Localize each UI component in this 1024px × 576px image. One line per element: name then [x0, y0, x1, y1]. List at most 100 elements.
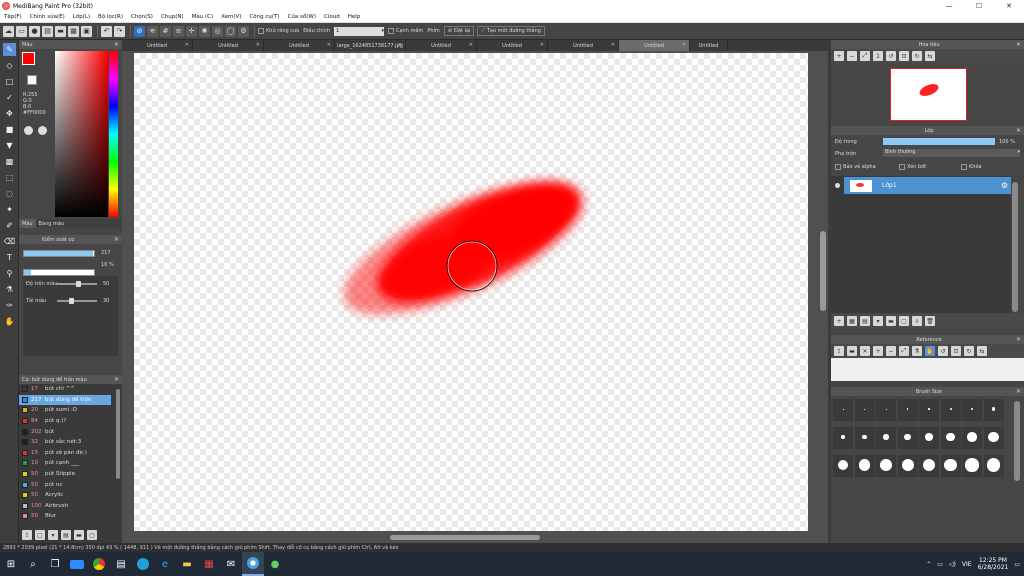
brush-list-item[interactable]: 17 bút chì ^^	[19, 384, 111, 395]
tab-color[interactable]: Màu	[19, 219, 36, 228]
menu-help[interactable]: Help	[348, 14, 361, 20]
maximize-button[interactable]: ☐	[964, 2, 994, 10]
lock-checkbox[interactable]	[961, 164, 967, 170]
reset-rotate-icon[interactable]: ⊡	[951, 346, 961, 356]
flip-icon[interactable]: ⇆	[977, 346, 987, 356]
menu-select[interactable]: Chọn(S)	[131, 14, 153, 20]
snap-settings-icon[interactable]: ⚙	[238, 25, 249, 37]
input-language[interactable]: VIE	[962, 561, 972, 568]
brush-size-slider[interactable]	[23, 250, 95, 257]
shape-tool-icon[interactable]: ■	[3, 123, 16, 136]
delete-brush-icon[interactable]: ▢	[87, 530, 97, 540]
brush-size-preset[interactable]	[983, 399, 1004, 421]
close-icon[interactable]: ✕	[611, 42, 615, 48]
cloud-icon[interactable]: ☁	[3, 25, 14, 37]
task-view-icon[interactable]: ❐	[44, 552, 66, 576]
speaker-icon[interactable]: ◁)	[949, 561, 956, 568]
undo-icon[interactable]: ↶	[101, 25, 112, 37]
folder-icon[interactable]: ▬	[55, 25, 66, 37]
brush-size-preset[interactable]	[983, 455, 1004, 477]
medibang-app-icon[interactable]	[242, 552, 264, 576]
protect-alpha-checkbox[interactable]	[835, 164, 841, 170]
gradient-tool-icon[interactable]: ▩	[3, 155, 16, 168]
brush-size-preset[interactable]	[962, 455, 982, 477]
layer-settings-gear-icon[interactable]: ⚙	[1001, 181, 1008, 190]
clock[interactable]: 12:25 PM 6/28/2021	[978, 557, 1009, 571]
brush-size-preset[interactable]	[833, 427, 853, 449]
parallel-snap-icon[interactable]: ≡	[173, 25, 184, 37]
canvas-horizontal-scrollbar[interactable]	[390, 535, 540, 540]
paint-app-icon[interactable]: ●	[264, 552, 286, 576]
save-icon[interactable]: ▤	[42, 25, 53, 37]
tab-palette[interactable]: Bảng màu	[36, 219, 68, 228]
reset-rotate-icon[interactable]: ⊡	[899, 51, 909, 61]
clipping-checkbox[interactable]	[899, 164, 905, 170]
brush-size-preset[interactable]	[854, 455, 875, 477]
fit-icon[interactable]: ⤢	[860, 51, 870, 61]
foreground-color-swatch[interactable]	[22, 52, 35, 65]
tab-document-9[interactable]: Untitled	[690, 40, 728, 51]
zoom-in-icon[interactable]: +	[834, 51, 844, 61]
network-icon[interactable]: ▭	[937, 561, 943, 568]
close-icon[interactable]: ✕	[114, 41, 119, 48]
lasso-tool-icon[interactable]: ◌	[3, 187, 16, 200]
close-button[interactable]: ✕	[994, 2, 1024, 10]
delete-layer-icon[interactable]: 🗑	[925, 316, 935, 326]
brush-size-preset[interactable]	[940, 455, 961, 477]
antialias-checkbox[interactable]	[258, 28, 264, 34]
close-icon[interactable]: ✕	[1016, 388, 1021, 395]
brush-list-item[interactable]: 50 Acrylic	[19, 490, 111, 501]
reset-button[interactable]: ⊘ Đặt lại	[443, 26, 475, 36]
color-wheel-icon[interactable]	[24, 126, 33, 135]
magic-wand-icon[interactable]: ✦	[3, 203, 16, 216]
close-icon[interactable]: ✕	[1016, 41, 1021, 48]
close-icon[interactable]: ✕	[327, 42, 331, 48]
menu-color[interactable]: Màu (C)	[192, 14, 213, 20]
brush-size-preset[interactable]	[854, 399, 875, 421]
operation-tool-icon[interactable]: ⚲	[3, 267, 16, 280]
brush-list-item[interactable]: 15 pút zê pán đè:)	[19, 448, 111, 459]
layer-row-lop1[interactable]: Lớp1 ⚙	[844, 177, 1011, 194]
add-8bit-layer-icon[interactable]: ▤	[860, 316, 870, 326]
menu-tools[interactable]: Công cụ(T)	[249, 14, 279, 20]
close-icon[interactable]: ✕	[1016, 336, 1021, 343]
new-file-icon[interactable]: ▭	[16, 25, 27, 37]
curve-snap-icon[interactable]: ◯	[225, 25, 236, 37]
notifications-icon[interactable]: ▭	[1014, 561, 1020, 568]
menu-view[interactable]: Xem(V)	[221, 14, 241, 20]
edge-legacy-icon[interactable]: e	[154, 552, 176, 576]
brush-list-item[interactable]: 202 bút	[19, 426, 111, 437]
brush-list-item[interactable]: 50 pút nc	[19, 479, 111, 490]
chrome-icon[interactable]	[88, 552, 110, 576]
grid-icon[interactable]: ▦	[68, 25, 79, 37]
color-tools-icon[interactable]	[38, 126, 47, 135]
text-tool-icon[interactable]: T	[3, 251, 16, 264]
close-icon[interactable]: ✕	[398, 42, 402, 48]
menu-file[interactable]: Tệp(F)	[4, 14, 22, 20]
move-tool-icon[interactable]: ✥	[3, 107, 16, 120]
menu-cloud[interactable]: Cloud	[324, 14, 340, 20]
file-explorer-icon[interactable]: ▬	[176, 552, 198, 576]
brush-list-item[interactable]: 100 Airbrush	[19, 501, 111, 512]
hue-slider[interactable]	[109, 51, 118, 217]
duplicate-layer-icon[interactable]: ▢	[899, 316, 909, 326]
rotate-left-icon[interactable]: ↺	[886, 51, 896, 61]
close-icon[interactable]: ✕	[185, 42, 189, 48]
brush-size-preset[interactable]	[897, 427, 918, 449]
brush-list-item[interactable]: 32 bút sắc nét:3	[19, 437, 111, 448]
tab-document-6[interactable]: Untitled ✕	[477, 40, 548, 51]
brush-settings-icon[interactable]: ▤	[61, 530, 71, 540]
chat-icon[interactable]: ●	[29, 25, 40, 37]
tab-document-2[interactable]: Untitled ✕	[193, 40, 264, 51]
brush-list-scrollbar[interactable]	[116, 389, 120, 479]
reference-view[interactable]	[831, 358, 1024, 381]
brush-size-preset[interactable]	[876, 399, 896, 421]
rotate-right-icon[interactable]: ↻	[964, 346, 974, 356]
brush-size-preset[interactable]	[983, 427, 1004, 449]
reference-folder-icon[interactable]: ▬	[847, 346, 857, 356]
brush-size-scrollbar[interactable]	[1014, 401, 1020, 481]
calendar-app-icon[interactable]: ▦	[198, 552, 220, 576]
color-picker-square[interactable]	[55, 51, 108, 217]
brush-opacity-slider[interactable]	[23, 269, 95, 276]
brush-size-preset[interactable]	[854, 427, 875, 449]
